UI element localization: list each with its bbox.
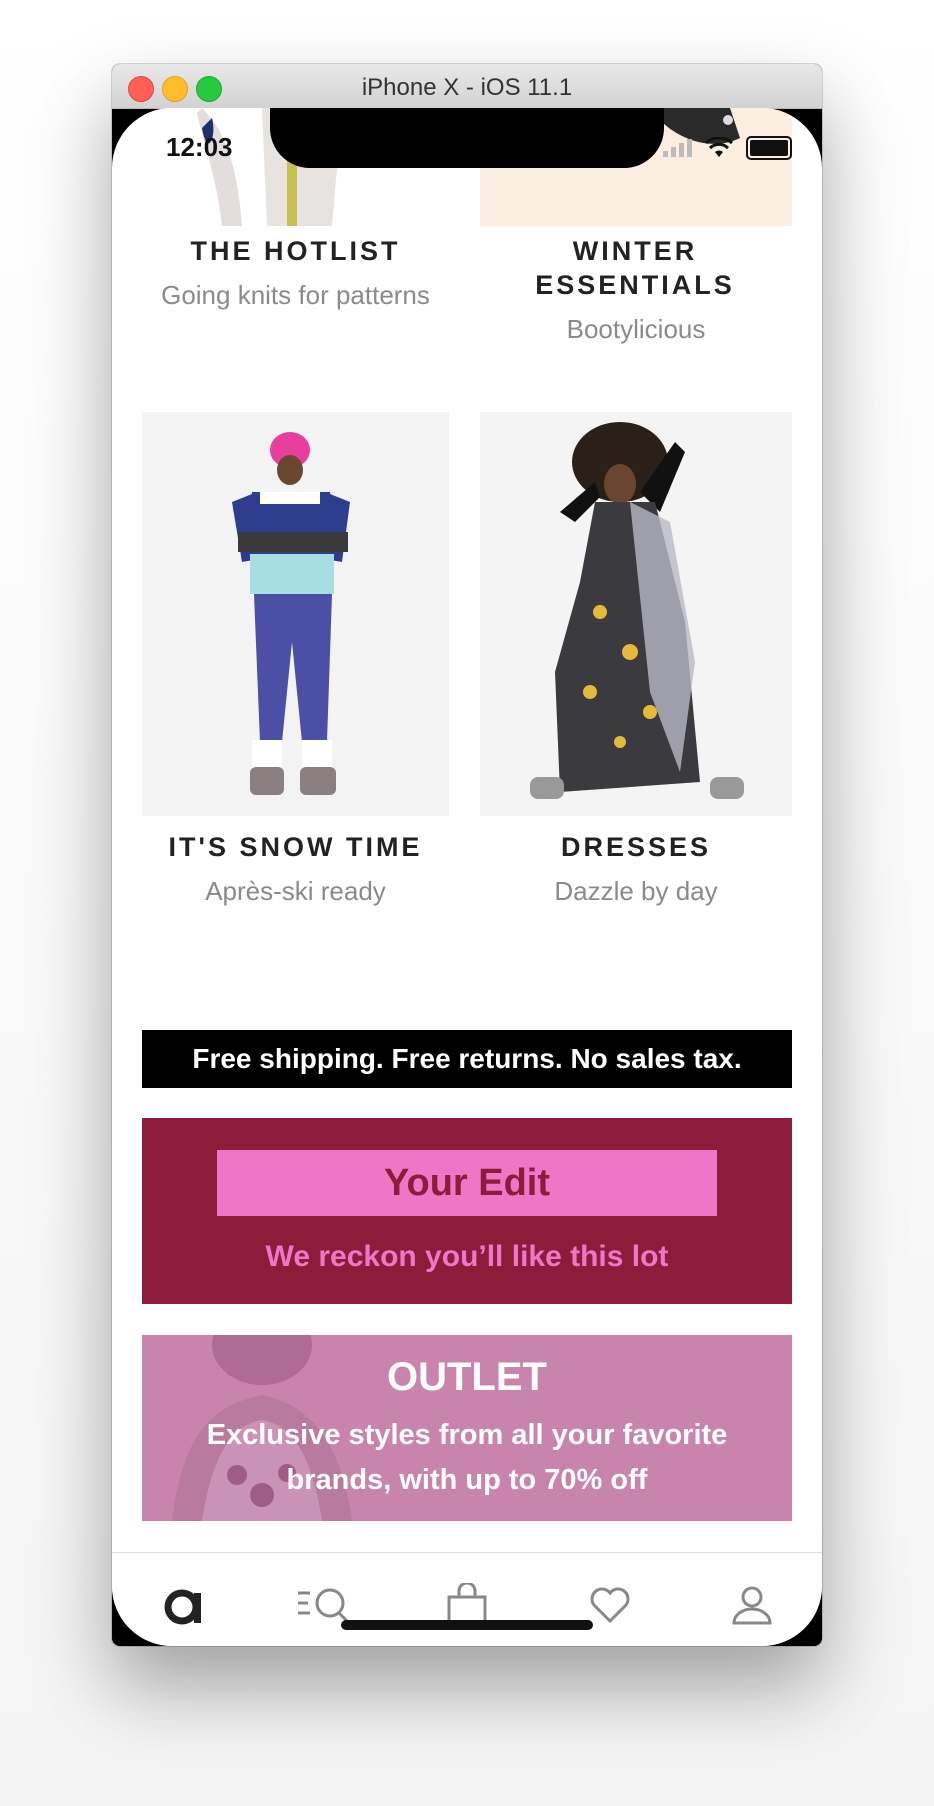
your-edit-banner[interactable]: Your Edit We reckon you’ll like this lot [142,1118,792,1304]
shipping-banner[interactable]: Free shipping. Free returns. No sales ta… [142,1030,792,1088]
tile-subtitle-winter-essentials: Bootylicious [566,314,706,344]
tab-bar [112,1552,822,1646]
tile-subtitle-snow-time: Après-ski ready [205,876,386,906]
device-notch [270,108,664,168]
outlet-banner[interactable]: OUTLET Exclusive styles from all your fa… [142,1335,792,1521]
status-time: 12:03 [166,132,233,162]
tile-subtitle-dresses: Dazzle by day [554,876,718,906]
snow-time-image[interactable] [142,412,449,816]
tile-title-winter-essentials[interactable]: WINTER ESSENTIALS [515,234,755,302]
tab-home[interactable] [154,1575,214,1635]
outlet-subtitle: Exclusive styles from all your favorite … [206,1419,728,1496]
your-edit-title: Your Edit [217,1150,717,1216]
heart-icon [590,1587,630,1624]
tile-title-hotlist[interactable]: THE HOTLIST [142,234,449,268]
window-title: iPhone X - iOS 11.1 [361,74,573,101]
phone-screen: 12:03 THE HOTLIST Going knits for patter… [112,108,822,1646]
dresses-photo [480,412,792,816]
tile-title-dresses[interactable]: DRESSES [480,830,792,864]
tab-account[interactable] [722,1575,782,1635]
signal-icon [663,139,692,157]
wifi-icon [704,137,734,157]
snow-time-photo [142,412,449,816]
profile-icon [732,1586,772,1625]
outlet-title: OUTLET [387,1355,547,1399]
window-titlebar: iPhone X - iOS 11.1 [112,64,822,109]
status-icons [663,136,792,160]
tile-subtitle-hotlist: Going knits for patterns [161,280,430,310]
asos-a-icon [164,1589,201,1625]
dresses-image[interactable] [480,412,792,816]
battery-icon [746,136,792,160]
simulator-window: iPhone X - iOS 11.1 12:03 THE HOTLIST Go… [112,64,822,1646]
home-indicator[interactable] [341,1620,593,1630]
your-edit-subtitle: We reckon you’ll like this lot [265,1240,669,1273]
tile-title-snow-time[interactable]: IT'S SNOW TIME [142,830,449,864]
